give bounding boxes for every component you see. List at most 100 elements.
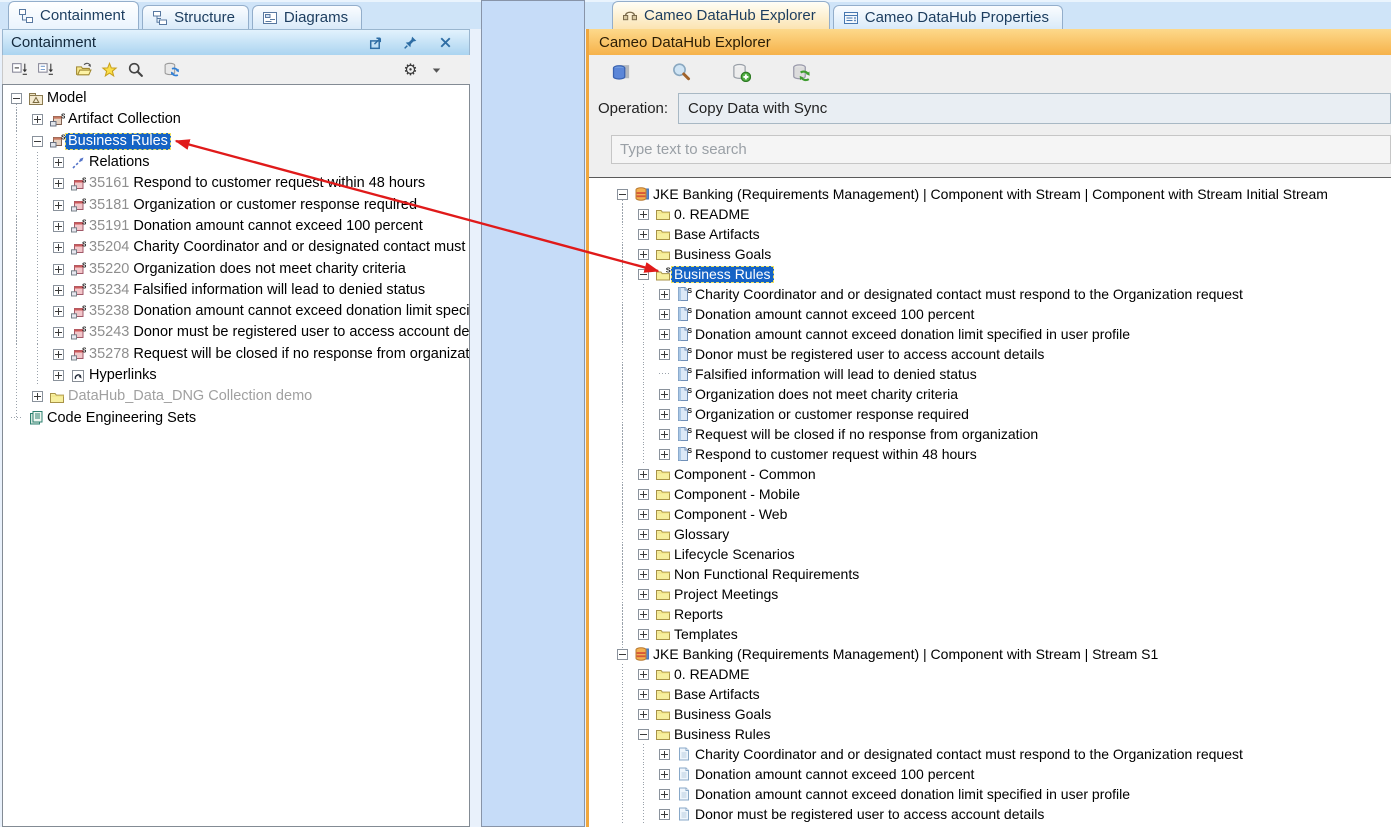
- refresh-datasource-button[interactable]: [161, 60, 181, 80]
- expander-plus-icon[interactable]: [53, 370, 64, 381]
- expander-plus-icon[interactable]: [53, 264, 64, 275]
- tree-row[interactable]: Component - Mobile: [617, 484, 1391, 504]
- expander-plus-icon[interactable]: [638, 209, 649, 220]
- expander-plus-icon[interactable]: [53, 327, 64, 338]
- settings-gear-button[interactable]: [400, 60, 420, 80]
- expander-plus-icon[interactable]: [659, 309, 670, 320]
- collapse-all-button[interactable]: [9, 60, 29, 80]
- favorites-button[interactable]: [99, 60, 119, 80]
- expander-plus-icon[interactable]: [638, 669, 649, 680]
- expander-plus-icon[interactable]: [638, 469, 649, 480]
- tree-row[interactable]: Falsified information will lead to denie…: [617, 364, 1391, 384]
- tree-row[interactable]: 35191 Donation amount cannot exceed 100 …: [11, 216, 469, 237]
- tab-cameo-datahub-properties[interactable]: Cameo DataHub Properties: [833, 5, 1063, 29]
- expander-plus-icon[interactable]: [638, 589, 649, 600]
- expander-plus-icon[interactable]: [659, 429, 670, 440]
- tree-row[interactable]: Organization does not meet charity crite…: [617, 384, 1391, 404]
- expander-plus-icon[interactable]: [659, 769, 670, 780]
- tree-row[interactable]: Organization or customer response requir…: [617, 404, 1391, 424]
- tree-row[interactable]: Donation amount cannot exceed 100 percen…: [617, 764, 1391, 784]
- tree-row[interactable]: DataHub_Data_DNG Collection demo: [11, 386, 469, 407]
- expander-minus-icon[interactable]: [32, 136, 43, 147]
- tree-row[interactable]: Project Meetings: [617, 584, 1391, 604]
- expander-plus-icon[interactable]: [659, 409, 670, 420]
- expander-plus-icon[interactable]: [638, 689, 649, 700]
- search-datasource-button[interactable]: [671, 62, 691, 82]
- expander-minus-icon[interactable]: [617, 649, 628, 660]
- expander-plus-icon[interactable]: [638, 229, 649, 240]
- tree-row[interactable]: Business Goals: [617, 244, 1391, 264]
- open-project-button[interactable]: [73, 60, 93, 80]
- expander-plus-icon[interactable]: [638, 569, 649, 580]
- expander-plus-icon[interactable]: [638, 509, 649, 520]
- dropdown-caret-button[interactable]: [426, 60, 446, 80]
- tree-row[interactable]: 35161 Respond to customer request within…: [11, 173, 469, 194]
- sync-datasource-button[interactable]: [791, 62, 811, 82]
- tree-row[interactable]: Donation amount cannot exceed donation l…: [617, 784, 1391, 804]
- expander-plus-icon[interactable]: [53, 221, 64, 232]
- tree-row[interactable]: 0. README: [617, 664, 1391, 684]
- expander-plus-icon[interactable]: [659, 289, 670, 300]
- tree-row[interactable]: Charity Coordinator and or designated co…: [617, 284, 1391, 304]
- expander-plus-icon[interactable]: [53, 157, 64, 168]
- tree-row[interactable]: 35243 Donor must be registered user to a…: [11, 322, 469, 343]
- tree-row[interactable]: Base Artifacts: [617, 224, 1391, 244]
- expander-plus-icon[interactable]: [32, 114, 43, 125]
- expander-minus-icon[interactable]: [11, 93, 22, 104]
- tree-row[interactable]: 35181 Organization or customer response …: [11, 194, 469, 215]
- tree-row[interactable]: 35204 Charity Coordinator and or designa…: [11, 237, 469, 258]
- expander-plus-icon[interactable]: [659, 389, 670, 400]
- tree-row[interactable]: Component - Common: [617, 464, 1391, 484]
- expander-plus-icon[interactable]: [638, 249, 649, 260]
- tree-row[interactable]: Donation amount cannot exceed donation l…: [617, 324, 1391, 344]
- expander-plus-icon[interactable]: [53, 242, 64, 253]
- tree-row[interactable]: 35278 Request will be closed if no respo…: [11, 344, 469, 365]
- expander-plus-icon[interactable]: [53, 178, 64, 189]
- tree-row[interactable]: Artifact Collection: [11, 109, 469, 130]
- tree-row[interactable]: Lifecycle Scenarios: [617, 544, 1391, 564]
- tree-row[interactable]: JKE Banking (Requirements Management) | …: [617, 644, 1391, 664]
- tree-row[interactable]: Respond to customer request within 48 ho…: [617, 444, 1391, 464]
- tree-row[interactable]: Component - Web: [617, 504, 1391, 524]
- tree-row[interactable]: Model: [11, 88, 469, 109]
- datasource-button[interactable]: [611, 62, 631, 82]
- expander-plus-icon[interactable]: [638, 549, 649, 560]
- tab-cameo-datahub-explorer[interactable]: Cameo DataHub Explorer: [612, 1, 830, 29]
- tree-row[interactable]: Reports: [617, 604, 1391, 624]
- tree-row[interactable]: JKE Banking (Requirements Management) | …: [617, 184, 1391, 204]
- collapse-branch-button[interactable]: [35, 60, 55, 80]
- close-button[interactable]: [435, 33, 455, 53]
- search-button[interactable]: [125, 60, 145, 80]
- tree-row[interactable]: Business Rules: [617, 724, 1391, 744]
- tab-diagrams[interactable]: Diagrams: [252, 5, 362, 29]
- tree-row[interactable]: Donation amount cannot exceed 100 percen…: [617, 304, 1391, 324]
- expander-minus-icon[interactable]: [638, 729, 649, 740]
- tab-structure[interactable]: Structure: [142, 5, 249, 29]
- expander-plus-icon[interactable]: [659, 809, 670, 820]
- tree-row[interactable]: Business Rules: [11, 131, 469, 152]
- tree-row[interactable]: Non Functional Requirements: [617, 564, 1391, 584]
- expander-plus-icon[interactable]: [638, 609, 649, 620]
- tree-row[interactable]: Donor must be registered user to access …: [617, 804, 1391, 824]
- tree-row[interactable]: Donor must be registered user to access …: [617, 344, 1391, 364]
- tree-row[interactable]: Templates: [617, 624, 1391, 644]
- tree-row[interactable]: Business Rules: [617, 264, 1391, 284]
- tree-row[interactable]: Request will be closed if no response fr…: [617, 424, 1391, 444]
- float-button[interactable]: [365, 33, 385, 53]
- tab-containment[interactable]: Containment: [8, 1, 139, 29]
- tree-row[interactable]: Relations: [11, 152, 469, 173]
- tree-row[interactable]: 0. README: [617, 204, 1391, 224]
- add-datasource-button[interactable]: [731, 62, 751, 82]
- expander-plus-icon[interactable]: [32, 391, 43, 402]
- tree-row[interactable]: Hyperlinks: [11, 365, 469, 386]
- expander-plus-icon[interactable]: [638, 629, 649, 640]
- expander-plus-icon[interactable]: [53, 200, 64, 211]
- tree-row[interactable]: Code Engineering Sets: [11, 407, 469, 428]
- expander-plus-icon[interactable]: [53, 285, 64, 296]
- expander-plus-icon[interactable]: [659, 349, 670, 360]
- tree-row[interactable]: 35220 Organization does not meet charity…: [11, 258, 469, 279]
- search-input[interactable]: [611, 135, 1391, 164]
- expander-plus-icon[interactable]: [53, 306, 64, 317]
- tree-row[interactable]: 35234 Falsified information will lead to…: [11, 280, 469, 301]
- expander-plus-icon[interactable]: [659, 749, 670, 760]
